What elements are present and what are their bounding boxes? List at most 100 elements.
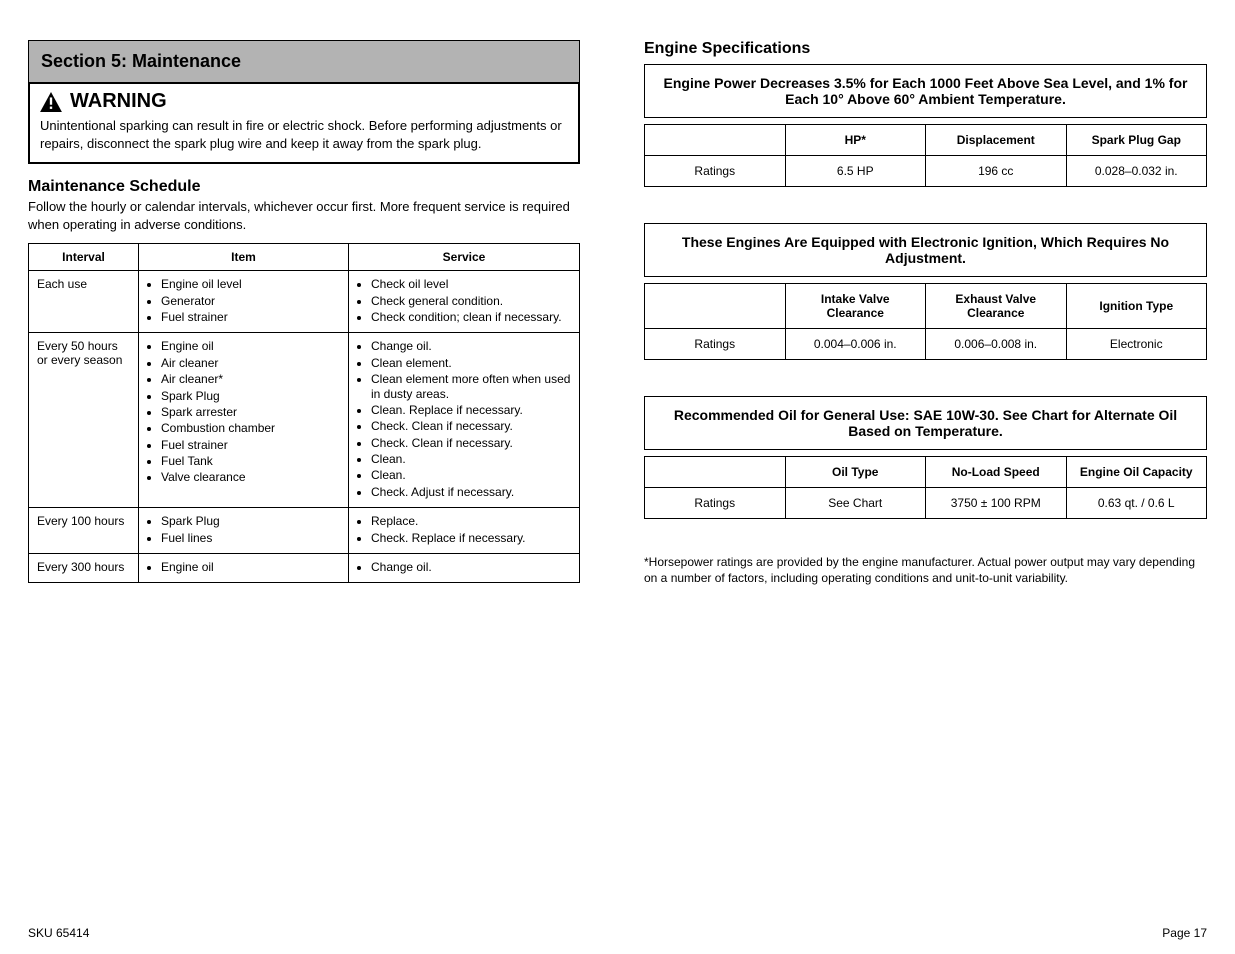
spec-block: These Engines Are Equipped with Electron… — [644, 223, 1207, 360]
interval-cell: Every 100 hours — [29, 508, 139, 554]
col-header: Engine Oil Capacity — [1066, 457, 1207, 488]
table-row: HP*DisplacementSpark Plug Gap — [645, 125, 1207, 156]
warning-box: WARNING Unintentional sparking can resul… — [28, 82, 580, 164]
list-item: Clean. — [371, 452, 571, 466]
list-item: Air cleaner — [161, 356, 340, 370]
spec-block: Recommended Oil for General Use: SAE 10W… — [644, 396, 1207, 519]
list-item: Clean element more often when used in du… — [371, 372, 571, 401]
table-row: Every 300 hours Engine oil Change oil. — [29, 554, 580, 583]
interval-cell: Each use — [29, 271, 139, 333]
col-header-interval: Interval — [29, 244, 139, 271]
col-header — [645, 457, 786, 488]
right-column: Engine Specifications Engine Power Decre… — [644, 40, 1207, 934]
list-item: Spark Plug — [161, 389, 340, 403]
col-header: Spark Plug Gap — [1066, 125, 1207, 156]
items-cell: Spark PlugFuel lines — [139, 508, 349, 554]
list-item: Check general condition. — [371, 294, 571, 308]
items-cell: Engine oil Air cleaner Air cleaner* Spark P… — [139, 333, 349, 508]
maint-schedule-intro: Follow the hourly or calendar intervals,… — [28, 198, 580, 233]
col-header: Ignition Type — [1066, 284, 1207, 329]
list-item: Engine oil level — [161, 277, 340, 291]
col-header: Intake Valve Clearance — [785, 284, 926, 329]
list-item: Clean. Replace if necessary. — [371, 403, 571, 417]
col-header: No-Load Speed — [926, 457, 1067, 488]
spec-table: HP*DisplacementSpark Plug GapRatings6.5 … — [644, 124, 1207, 187]
list-item: Check. Adjust if necessary. — [371, 485, 571, 499]
warning-header: WARNING — [40, 90, 568, 113]
spec-table: Oil TypeNo-Load SpeedEngine Oil Capacity… — [644, 456, 1207, 519]
warning-body: Unintentional sparking can result in fir… — [40, 117, 568, 152]
list-item: Change oil. — [371, 560, 571, 574]
spec-cell: 0.004–0.006 in. — [785, 329, 926, 360]
list-item: Engine oil — [161, 339, 340, 353]
hp-footnote: *Horsepower ratings are provided by the … — [644, 555, 1207, 586]
list-item: Spark arrester — [161, 405, 340, 419]
interval-cell: Every 50 hours or every season — [29, 333, 139, 508]
list-item: Fuel strainer — [161, 438, 340, 452]
col-header: Displacement — [926, 125, 1067, 156]
list-item: Check. Clean if necessary. — [371, 419, 571, 433]
table-row: Intake Valve ClearanceExhaust Valve Clea… — [645, 284, 1207, 329]
col-header — [645, 125, 786, 156]
section-title: Section 5: Maintenance — [41, 51, 241, 71]
spec-table: Intake Valve ClearanceExhaust Valve Clea… — [644, 283, 1207, 360]
list-item: Clean. — [371, 468, 571, 482]
spec-block-title: Engine Power Decreases 3.5% for Each 100… — [644, 64, 1207, 118]
spec-cell: 6.5 HP — [785, 156, 926, 187]
table-row: Each use Engine oil level Generator Fuel st… — [29, 271, 580, 333]
spec-block: Engine Power Decreases 3.5% for Each 100… — [644, 64, 1207, 187]
spec-cell: Ratings — [645, 488, 786, 519]
maintenance-table: Interval Item Service Each useEngine oil… — [28, 243, 580, 583]
col-header — [645, 284, 786, 329]
spec-cell: 196 cc — [926, 156, 1067, 187]
list-item: Fuel Tank — [161, 454, 340, 468]
table-row: Ratings6.5 HP196 cc0.028–0.032 in. — [645, 156, 1207, 187]
spec-cell: Electronic — [1066, 329, 1207, 360]
list-item: Change oil. — [371, 339, 571, 353]
col-header: Oil Type — [785, 457, 926, 488]
list-item: Check. Replace if necessary. — [371, 531, 571, 545]
engine-specs-heading: Engine Specifications — [644, 40, 1207, 58]
footer-sku: SKU 65414 — [28, 926, 89, 940]
list-item: Valve clearance — [161, 470, 340, 484]
table-row: Oil TypeNo-Load SpeedEngine Oil Capacity — [645, 457, 1207, 488]
table-row: RatingsSee Chart3750 ± 100 RPM0.63 qt. /… — [645, 488, 1207, 519]
list-item: Check condition; clean if necessary. — [371, 310, 571, 324]
spec-cell: 3750 ± 100 RPM — [926, 488, 1067, 519]
warning-icon — [40, 92, 62, 112]
list-item: Engine oil — [161, 560, 340, 574]
service-cell: Check oil levelCheck general condition.C… — [349, 271, 580, 333]
col-header-service: Service — [349, 244, 580, 271]
list-item: Generator — [161, 294, 340, 308]
list-item: Air cleaner* — [161, 372, 340, 386]
col-header: Exhaust Valve Clearance — [926, 284, 1067, 329]
interval-cell: Every 300 hours — [29, 554, 139, 583]
list-item: Fuel lines — [161, 531, 340, 545]
table-row: Ratings0.004–0.006 in.0.006–0.008 in.Ele… — [645, 329, 1207, 360]
spec-cell: 0.63 qt. / 0.6 L — [1066, 488, 1207, 519]
spec-cell: Ratings — [645, 329, 786, 360]
list-item: Clean element. — [371, 356, 571, 370]
service-cell: Change oil. — [349, 554, 580, 583]
items-cell: Engine oil — [139, 554, 349, 583]
list-item: Fuel strainer — [161, 310, 340, 324]
list-item: Replace. — [371, 514, 571, 528]
spec-cell: See Chart — [785, 488, 926, 519]
spec-cell: Ratings — [645, 156, 786, 187]
maint-schedule-heading: Maintenance Schedule — [28, 178, 580, 196]
spec-cell: 0.006–0.008 in. — [926, 329, 1067, 360]
table-row: Every 100 hoursSpark PlugFuel linesRepla… — [29, 508, 580, 554]
service-cell: Change oil. Clean element. Clean element m… — [349, 333, 580, 508]
page: Section 5: Maintenance WARNING Unintenti… — [0, 0, 1235, 954]
service-cell: Replace. Check. Replace if necessary. — [349, 508, 580, 554]
spec-block-title: Recommended Oil for General Use: SAE 10W… — [644, 396, 1207, 450]
table-row: Interval Item Service — [29, 244, 580, 271]
items-cell: Engine oil level Generator Fuel strainer — [139, 271, 349, 333]
left-column: Section 5: Maintenance WARNING Unintenti… — [28, 40, 580, 934]
list-item: Check. Clean if necessary. — [371, 436, 571, 450]
spec-block-title: These Engines Are Equipped with Electron… — [644, 223, 1207, 277]
table-row: Every 50 hours or every seasonEngine oil… — [29, 333, 580, 508]
warning-label: WARNING — [70, 90, 167, 113]
col-header: HP* — [785, 125, 926, 156]
col-header-item: Item — [139, 244, 349, 271]
